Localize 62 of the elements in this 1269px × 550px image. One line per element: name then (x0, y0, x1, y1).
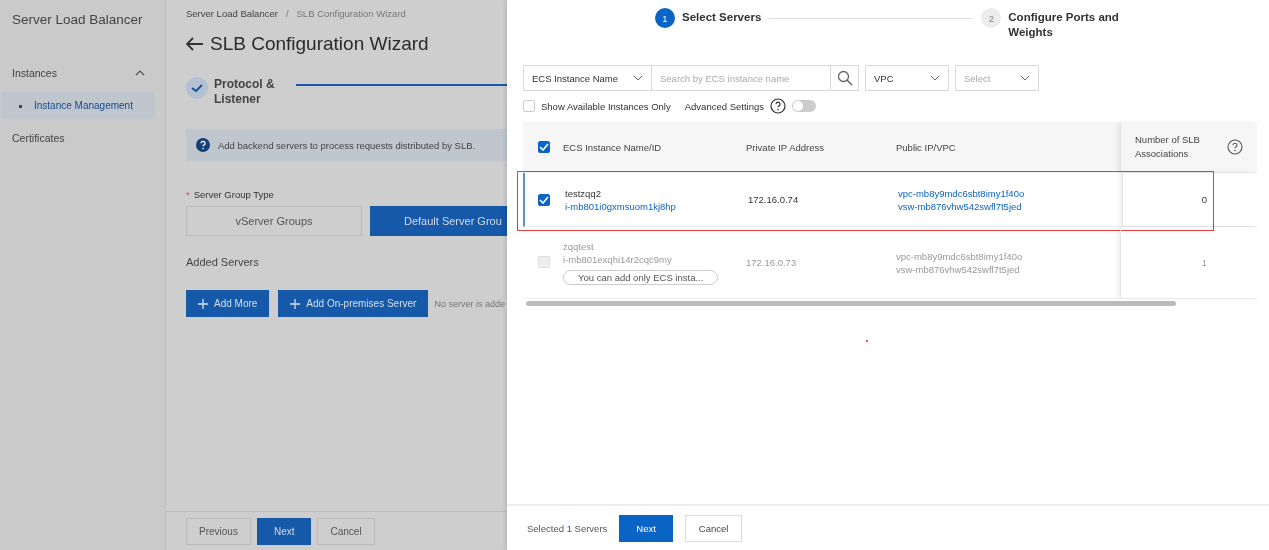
footer-button[interactable]: Next (619, 514, 673, 542)
toggle-switch[interactable] (791, 100, 816, 112)
server-group-type-option[interactable]: vServer Groups (186, 206, 362, 236)
server-group-type-option[interactable]: Default Server Grou (370, 206, 507, 236)
network-type-dropdown[interactable]: VPC (865, 65, 949, 91)
column-header: Public IP/VPC (896, 141, 957, 153)
required-mark: * (186, 189, 190, 200)
table-cell: 0 (1201, 194, 1207, 205)
instance-id-link[interactable]: i-mb801i0gxmsuom1kj8hp (565, 200, 748, 212)
breadcrumb-link[interactable]: Server Load Balancer (186, 8, 278, 19)
column-header: ECS Instance Name/ID (563, 141, 663, 153)
back-arrow-icon[interactable] (186, 37, 204, 51)
column-header: Number of SLB Associations (1135, 133, 1201, 161)
selection-summary: Selected 1 Servers (527, 522, 608, 534)
chevron-icon (930, 75, 940, 81)
help-icon (196, 138, 210, 152)
field-label: Server Group Type (193, 189, 274, 200)
info-text: Add backend servers to process requests distributed by SLB. (218, 139, 476, 151)
footer-button[interactable]: Next (256, 517, 312, 545)
table-cell: 1 (1201, 257, 1207, 268)
checkbox-label: Show Available Instances Only (541, 100, 671, 112)
add-button[interactable]: Add On-premises Server (278, 290, 429, 317)
wizard-step: 2 Configure Ports and Weights (981, 8, 1139, 40)
row-checkbox[interactable] (538, 193, 550, 206)
sidebar-title: Server Load Balancer (11, 11, 144, 29)
section-title: Added Servers (186, 256, 260, 268)
wizard-step: 1 Select Servers (655, 8, 762, 28)
breadcrumb-separator: / (285, 8, 289, 19)
breadcrumb-current: SLB Configuration Wizard (296, 8, 406, 19)
search-field[interactable]: Search by ECS instance name (651, 65, 831, 91)
plus-icon (290, 298, 301, 309)
step-label: Protocol & Listener (214, 77, 276, 107)
footer-button[interactable]: Cancel (317, 517, 375, 545)
select-all-checkbox[interactable] (538, 141, 550, 153)
page-title: SLB Configuration Wizard (210, 33, 429, 55)
search-type-dropdown[interactable]: ECS Instance Name (523, 65, 651, 91)
empty-note: No server is adde (434, 298, 505, 309)
scrollbar[interactable] (526, 301, 1176, 306)
table-cell-text: 172.16.0.74 (748, 194, 800, 205)
add-button[interactable]: Add More (186, 290, 270, 317)
help-icon[interactable] (769, 98, 786, 114)
search-button[interactable] (831, 65, 859, 91)
footer-button[interactable]: Cancel (684, 514, 743, 542)
help-icon[interactable] (1227, 139, 1243, 155)
chevron-icon (633, 75, 643, 81)
sidebar-item[interactable]: Certificates (0, 119, 165, 157)
sidebar-group[interactable]: Instances (0, 62, 165, 84)
search-icon (836, 70, 853, 86)
checkbox[interactable] (523, 100, 535, 112)
plus-icon (198, 298, 208, 309)
table-row[interactable]: testzqq2 i-mb801i0gxmsuom1kj8hp 172.16.0.74 vpc-mb8y9mdc6sbt8imy1f40o vsw-mb876vhw542swfl7t5jed 0 (523, 173, 1257, 227)
column-header: Private IP Address (746, 141, 825, 153)
option-label: Advanced Settings (684, 100, 764, 112)
vpc-link[interactable]: vpc-mb8y9mdc6sbt8imy1f40o (898, 187, 1108, 199)
chevron-icon (135, 70, 145, 76)
instance-name: testzqq2 (565, 187, 602, 199)
footer-button[interactable]: Previous (186, 517, 251, 545)
chevron-icon (1020, 75, 1030, 81)
instance-name: zqqtest (563, 240, 595, 252)
sidebar-item[interactable]: Instance Management (2, 92, 155, 119)
table-cell-text: 172.16.0.73 (746, 257, 798, 268)
vswitch-link[interactable]: vsw-mb876vhw542swfl7t5jed (898, 200, 1108, 212)
